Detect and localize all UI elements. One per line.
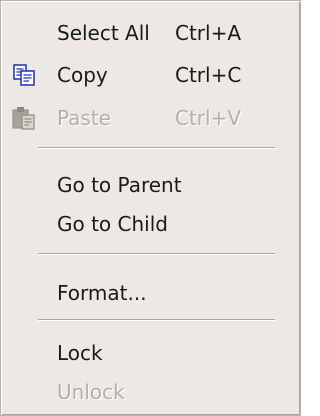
menu-item-copy[interactable]: Copy Ctrl+C	[5, 53, 296, 97]
context-menu: Select All Ctrl+A Copy Ctrl+C Paste Ctrl…	[0, 0, 301, 416]
lock-label: Lock	[57, 341, 103, 365]
paste-shortcut: Ctrl+V	[175, 106, 242, 130]
menu-item-select-all[interactable]: Select All Ctrl+A	[5, 11, 296, 55]
select-all-label: Select All	[57, 21, 150, 45]
copy-icon	[11, 62, 37, 88]
go-to-parent-label: Go to Parent	[57, 173, 182, 197]
paste-label: Paste	[57, 106, 111, 130]
select-all-shortcut: Ctrl+A	[175, 21, 242, 45]
copy-shortcut: Ctrl+C	[175, 63, 242, 87]
go-to-child-label: Go to Child	[57, 212, 168, 236]
menu-item-lock[interactable]: Lock	[5, 331, 296, 375]
menu-separator	[38, 319, 275, 321]
menu-item-unlock[interactable]: Unlock	[5, 370, 296, 414]
paste-icon	[11, 105, 37, 131]
unlock-label: Unlock	[57, 380, 125, 404]
menu-separator	[38, 253, 275, 255]
menu-item-paste[interactable]: Paste Ctrl+V	[5, 96, 296, 140]
menu-item-format[interactable]: Format...	[5, 271, 296, 315]
menu-separator	[38, 147, 275, 149]
format-label: Format...	[57, 281, 147, 305]
menu-item-go-to-child[interactable]: Go to Child	[5, 202, 296, 246]
copy-label: Copy	[57, 63, 108, 87]
menu-item-go-to-parent[interactable]: Go to Parent	[5, 163, 296, 207]
